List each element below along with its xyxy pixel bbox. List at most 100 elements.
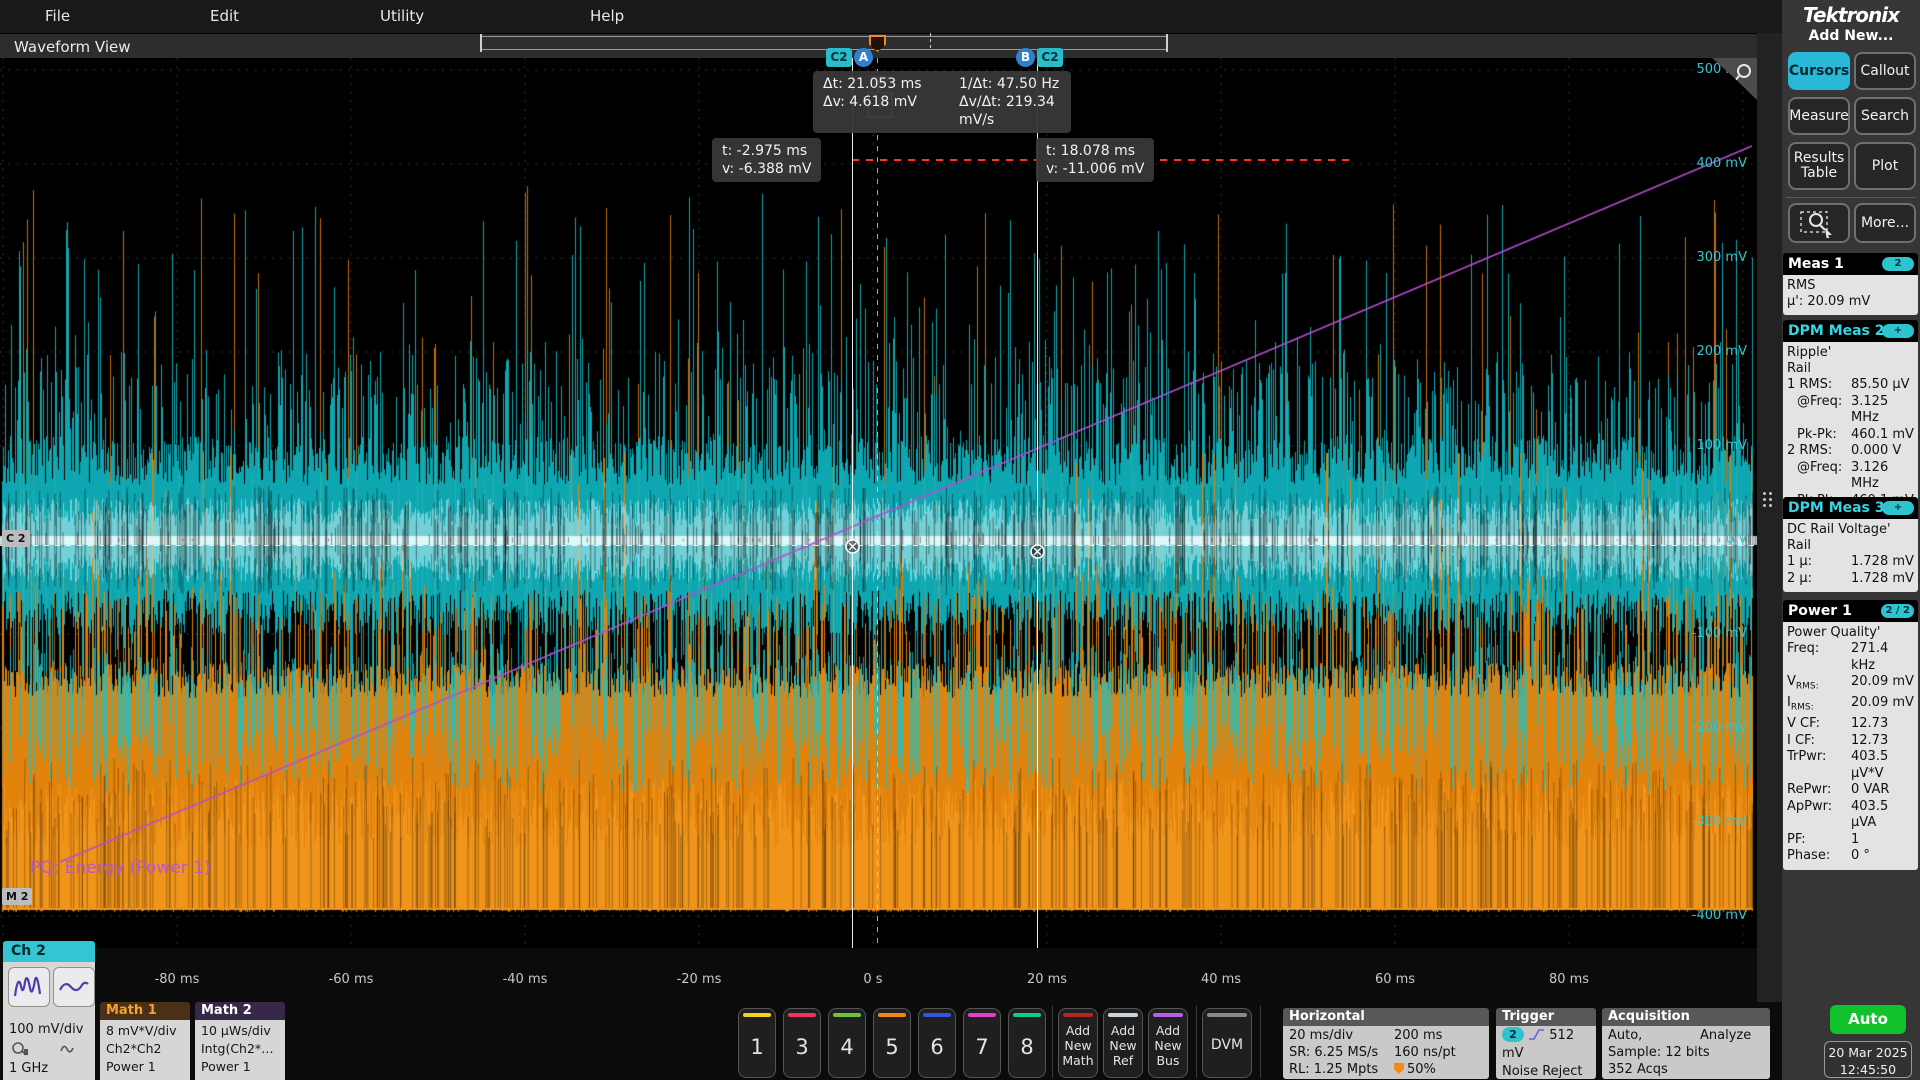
dpm2-row-label: Pk-Pk: <box>1787 427 1851 444</box>
math1-expression: Ch2*Ch2 <box>106 1040 190 1058</box>
dvm-button[interactable]: DVM <box>1202 1008 1252 1078</box>
menu-bar: File Edit Utility Help <box>0 0 1782 33</box>
power1-row-label: IRMS: <box>1787 695 1851 716</box>
sample-rate: SR: 6.25 MS/s <box>1289 1044 1394 1061</box>
channel-zero-dashed-line <box>0 545 1757 546</box>
channel-button-4[interactable]: 4 <box>828 1008 866 1078</box>
power1-title: Power 12 / 2 <box>1783 600 1918 622</box>
slope-value: Δv/Δt: 219.34 mV/s <box>959 93 1061 129</box>
zoom-select-button[interactable] <box>1788 203 1850 243</box>
panel-dpm2[interactable]: DPM Meas 2+Ripple'Rail1 RMS:85.50 μV@Fre… <box>1783 320 1918 514</box>
ch2-reference-marker[interactable]: C 2 <box>2 530 30 547</box>
ch2-waveform-button-2[interactable] <box>53 967 95 1007</box>
power1-row: ApPwr:403.5 μVA <box>1787 799 1914 832</box>
acquisition-panel[interactable]: Acquisition Auto, Analyze Sample: 12 bit… <box>1602 1008 1770 1079</box>
power1-row: RePwr:0 VAR <box>1787 782 1914 799</box>
math1-panel[interactable]: Math 1 8 mV*V/div Ch2*Ch2 Power 1 <box>100 1002 190 1080</box>
add-new-math-button[interactable]: AddNewMath <box>1058 1008 1098 1078</box>
overview-left-cap[interactable] <box>480 34 482 52</box>
record-length: RL: 1.25 Mpts <box>1289 1061 1394 1078</box>
math2-reference-marker[interactable]: M 2 <box>2 888 32 905</box>
cursor-b-line[interactable] <box>1037 58 1038 948</box>
panel-drag-handle[interactable] <box>1763 492 1772 507</box>
dpm2-text-line: Rail <box>1787 361 1914 377</box>
power1-row: Freq:271.4 kHz <box>1787 641 1914 674</box>
dpm3-badge[interactable]: + <box>1882 501 1914 515</box>
divider <box>1260 1006 1261 1078</box>
math2-panel[interactable]: Math 2 10 μWs/div Intg(Ch2*… Power 1 <box>195 1002 285 1080</box>
cursor-b-source-badge[interactable]: C2 <box>1037 48 1063 67</box>
x-axis-label: -80 ms <box>137 972 217 987</box>
dpm3-row-value: 1.728 mV <box>1851 554 1914 571</box>
horizontal-scale: 20 ms/div <box>1289 1027 1394 1044</box>
waveform-graticule[interactable]: 500 mV400 mV300 mV200 mV100 mV0 V-100 mV… <box>0 58 1757 948</box>
add-new-bus-button[interactable]: AddNewBus <box>1148 1008 1188 1078</box>
dpm2-row: 1 RMS:85.50 μV <box>1787 377 1914 394</box>
horizontal-panel[interactable]: Horizontal 20 ms/div 200 ms SR: 6.25 MS/… <box>1283 1008 1489 1079</box>
sidebar-button-results-table[interactable]: Results Table <box>1788 142 1850 190</box>
panel-dpm3[interactable]: DPM Meas 3+DC Rail Voltage'Rail1 μ:1.728… <box>1783 497 1918 592</box>
x-axis-label: 20 ms <box>1007 972 1087 987</box>
cursor-b-marker[interactable] <box>1029 543 1046 560</box>
power1-row-label: TrPwr: <box>1787 749 1851 782</box>
cursor-a-source-badge[interactable]: C2 <box>826 48 852 67</box>
dpm2-row-label: 2 RMS: <box>1787 443 1851 460</box>
dpm2-title: DPM Meas 2+ <box>1783 320 1918 342</box>
zoom-overview-bar[interactable] <box>480 36 1168 50</box>
menu-item-file[interactable]: File <box>45 7 70 25</box>
channel-color-bar <box>923 1013 951 1017</box>
dpm2-row-value: 460.1 mV <box>1851 427 1914 444</box>
ch2-waveform-button-1[interactable] <box>8 967 50 1007</box>
trigger-flag-mini-icon <box>1394 1063 1404 1074</box>
dpm2-row-value: 85.50 μV <box>1851 377 1914 394</box>
cursor-b-badge[interactable]: B <box>1016 48 1035 67</box>
channel-button-1[interactable]: 1 <box>738 1008 776 1078</box>
cursor-a-badge[interactable]: A <box>854 48 873 67</box>
y-axis-label: 300 mV <box>1627 250 1747 265</box>
trigger-position-dashed-line[interactable] <box>877 58 878 948</box>
cursor-a-marker[interactable] <box>844 538 861 555</box>
dvm-label: DVM <box>1203 1037 1251 1053</box>
menu-item-edit[interactable]: Edit <box>210 7 239 25</box>
run-mode-button[interactable]: Auto <box>1830 1005 1906 1034</box>
sidebar-button-plot[interactable]: Plot <box>1854 142 1916 190</box>
x-axis-label: 0 s <box>833 972 913 987</box>
waveform-canvas[interactable] <box>0 58 1757 948</box>
y-axis-label: -300 mV <box>1627 814 1747 829</box>
math1-source: Power 1 <box>106 1058 190 1076</box>
sidebar-button-callout[interactable]: Callout <box>1854 52 1916 90</box>
horizontal-title: Horizontal <box>1283 1008 1489 1026</box>
sidebar-button-cursors[interactable]: Cursors <box>1788 52 1850 90</box>
sidebar-button-measure[interactable]: Measure <box>1788 97 1850 135</box>
power1-badge[interactable]: 2 / 2 <box>1881 604 1914 618</box>
dpm3-row: 1 μ:1.728 mV <box>1787 554 1914 571</box>
channel-button-3[interactable]: 3 <box>783 1008 821 1078</box>
math2-scale: 10 μWs/div <box>201 1022 285 1040</box>
trigger-source-badge: 2 <box>1502 1027 1524 1042</box>
view-title: Waveform View <box>14 38 131 56</box>
add-new-ref-button[interactable]: AddNewRef <box>1103 1008 1143 1078</box>
channel-button-5[interactable]: 5 <box>873 1008 911 1078</box>
ch2-panel[interactable]: 100 mV/div 1 GHz <box>3 962 95 1080</box>
overview-right-cap[interactable] <box>1166 34 1168 52</box>
meas1-badge[interactable]: 2 <box>1882 257 1914 271</box>
meas1-text-line: μ': 20.09 mV <box>1787 294 1914 310</box>
meas1-title: Meas 12 <box>1783 253 1918 275</box>
panel-power1[interactable]: Power 12 / 2Power Quality'Freq:271.4 kHz… <box>1783 600 1918 870</box>
cursor-a-line[interactable] <box>852 58 853 948</box>
dvm-color-bar <box>1207 1013 1247 1017</box>
channel-button-6[interactable]: 6 <box>918 1008 956 1078</box>
ch2-tab[interactable]: Ch 2 <box>3 941 95 962</box>
menu-item-help[interactable]: Help <box>590 7 624 25</box>
dpm2-row-label: @Freq: <box>1787 394 1851 427</box>
dpm2-badge[interactable]: + <box>1882 324 1914 338</box>
channel-color-bar <box>878 1013 906 1017</box>
channel-button-7[interactable]: 7 <box>963 1008 1001 1078</box>
panel-meas1[interactable]: Meas 12RMSμ': 20.09 mV <box>1783 253 1918 315</box>
trigger-panel[interactable]: Trigger 2 512 mV Noise Reject <box>1496 1008 1596 1079</box>
channel-button-8[interactable]: 8 <box>1008 1008 1046 1078</box>
more-button[interactable]: More... <box>1854 203 1916 243</box>
sidebar-button-search[interactable]: Search <box>1854 97 1916 135</box>
menu-item-utility[interactable]: Utility <box>380 7 424 25</box>
y-axis-label: -400 mV <box>1627 908 1747 923</box>
